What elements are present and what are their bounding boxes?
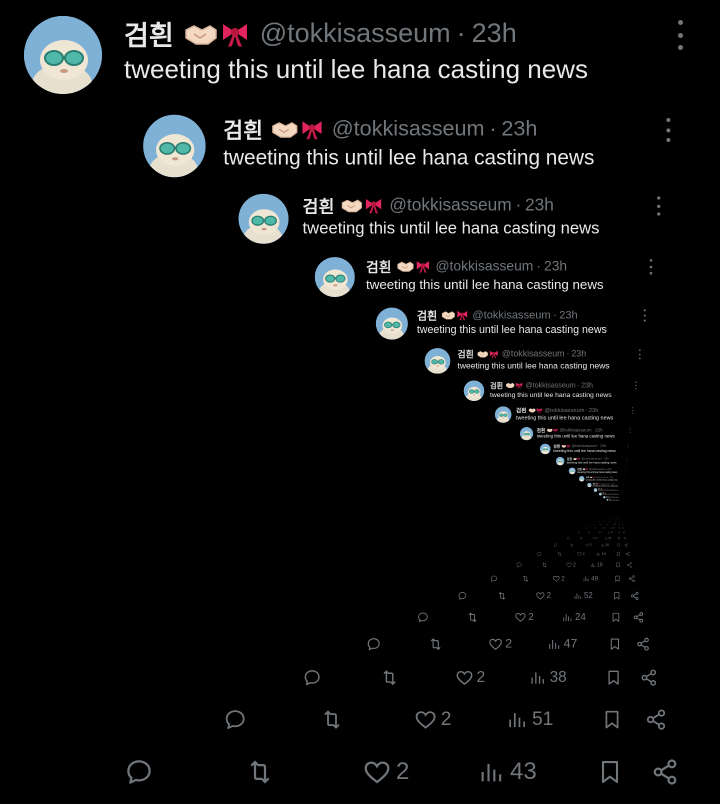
handshake-emoji [184,24,217,45]
reply-button[interactable] [124,748,154,796]
separator-dot: · [456,18,466,48]
tweet-text: tweeting this until lee hana casting new… [124,54,588,84]
share-icon [653,759,677,785]
retweet-icon [250,760,270,784]
reply-icon [127,760,151,784]
author-emojis [184,20,250,48]
ribbon-emoji [222,23,247,47]
views-button[interactable]: 43 [478,748,537,796]
avatar[interactable] [24,16,102,94]
author-name[interactable]: 검흰 [124,14,174,53]
tweet: 검흰 @tokkisasseum · 23h tweeting this unt… [0,0,720,804]
retweet-button[interactable] [244,748,276,796]
more-button[interactable] [668,20,692,50]
timestamp[interactable]: 23h [472,18,517,49]
share-button[interactable] [650,748,680,796]
bookmark-button[interactable] [596,748,624,796]
like-button[interactable]: 2 [362,748,409,796]
like-count: 2 [396,758,410,785]
author-handle[interactable]: @tokkisasseum [260,18,451,49]
bookmark-icon [601,761,619,783]
more-icon [677,20,683,25]
views-icon [481,763,502,782]
heart-icon [364,761,390,784]
view-count: 43 [510,758,537,785]
action-bar: 2 43 [0,748,720,796]
